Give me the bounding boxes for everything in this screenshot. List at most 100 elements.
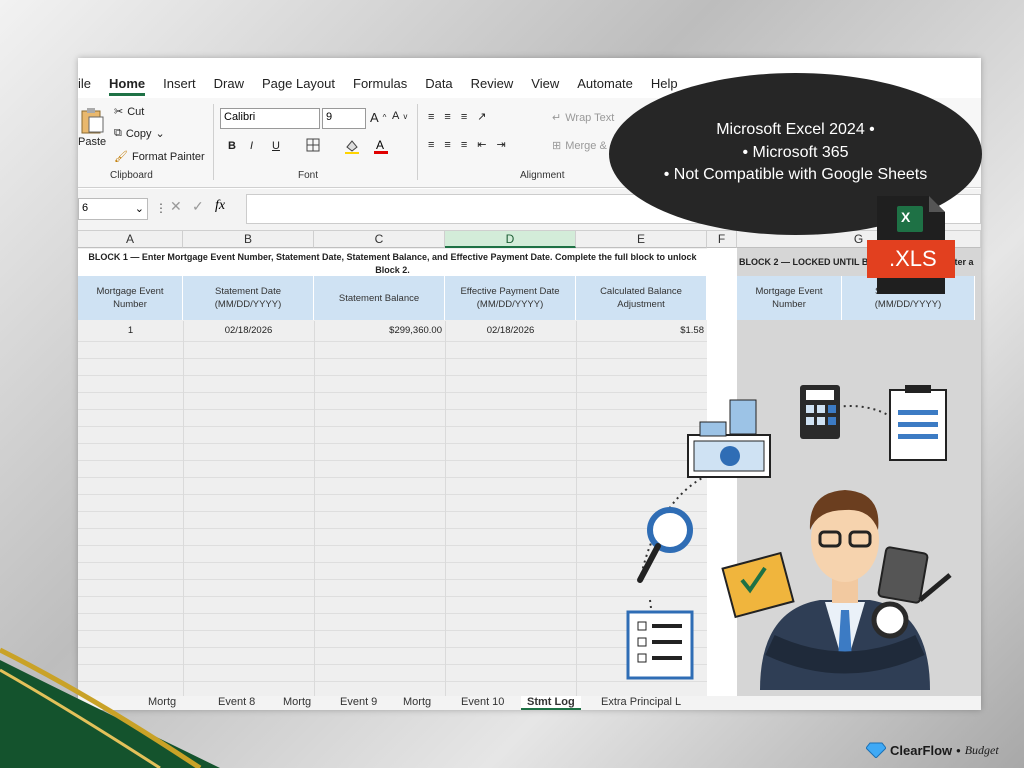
column-header-d[interactable]: D <box>445 231 576 248</box>
vertical-align-buttons[interactable]: ≡ ≡ ≡ ↗ <box>428 110 486 124</box>
paintbrush-icon: 🖌 <box>114 151 128 163</box>
clipboard-icon <box>81 108 104 134</box>
svg-text:A: A <box>376 138 384 152</box>
wrap-text-button[interactable]: ↵ Wrap Text <box>552 111 615 125</box>
header-effective-payment-date: Effective Payment Date (MM/DD/YYYY) <box>445 276 576 320</box>
align-middle-icon: ≡ <box>444 110 451 123</box>
more-icon: ⋮ <box>155 201 167 215</box>
brand-separator: • <box>956 742 961 758</box>
cancel-icon[interactable]: ✕ <box>170 198 182 215</box>
tax-form-icon <box>889 385 947 461</box>
tab-data[interactable]: Data <box>425 72 452 96</box>
font-group-label: Font <box>298 170 319 181</box>
cell-event-number[interactable]: 1 <box>78 321 183 341</box>
indent-decrease-icon: ⇤ <box>477 139 487 151</box>
chevron-down-icon: ⌄ <box>134 203 144 215</box>
format-painter-button[interactable]: 🖌 Format Painter <box>114 150 205 164</box>
cell-calculated-adjustment[interactable]: $1.58 <box>576 321 704 341</box>
name-box-value: 6 <box>82 202 89 214</box>
sheet-tab-mortgage-event-9[interactable]: Event 9 <box>340 696 377 708</box>
tab-review[interactable]: Review <box>471 72 514 96</box>
diamond-icon <box>866 742 886 758</box>
grid-row-line <box>78 630 707 631</box>
clipboard-group-label: Clipboard <box>110 170 153 181</box>
increase-font-button[interactable]: A ^ <box>370 110 386 125</box>
grid-column-line <box>576 321 577 696</box>
desk-calculator-icon <box>871 546 952 639</box>
grid-row-line <box>78 460 707 461</box>
confirm-icon[interactable]: ✓ <box>192 198 204 215</box>
tab-insert[interactable]: Insert <box>163 72 196 96</box>
folder-icon <box>721 551 795 619</box>
scissors-icon: ✂ <box>114 106 124 118</box>
callout-line-excel: Microsoft Excel 2024 • <box>716 121 875 138</box>
sheet-tab-mortgage-event-10[interactable]: Event 10 <box>461 696 504 708</box>
tab-formulas[interactable]: Formulas <box>353 72 407 96</box>
header-statement-balance: Statement Balance <box>314 276 445 320</box>
format-painter-label: Format Painter <box>131 150 205 163</box>
callout-line-365: • Microsoft 365 <box>742 143 849 161</box>
grid-row-line <box>78 596 707 597</box>
insert-function-icon[interactable]: fx <box>215 198 225 214</box>
cell-statement-date[interactable]: 02/18/2026 <box>183 321 314 341</box>
underline-button[interactable]: U <box>272 140 280 152</box>
column-header-e[interactable]: E <box>576 231 707 248</box>
paste-label: Paste <box>78 136 107 148</box>
sheet-tab-mortgage-event-9-start[interactable]: Mortg <box>283 696 311 708</box>
name-box[interactable]: 6 ⌄ <box>78 198 148 220</box>
cell-effective-payment-date[interactable]: 02/18/2026 <box>445 321 576 341</box>
brand-logo: ClearFlow • Budget <box>866 742 999 758</box>
font-name-value: Calibri <box>224 111 256 123</box>
cut-button[interactable]: ✂ Cut <box>114 105 144 119</box>
header-calculated-balance-adjustment: Calculated Balance Adjustment <box>576 276 707 320</box>
brand-suffix: Budget <box>964 742 999 757</box>
horizontal-align-buttons[interactable]: ≡ ≡ ≡ ⇤ ⇥ <box>428 138 506 152</box>
callout-line-google: • Not Compatible with Google Sheets <box>663 166 928 183</box>
font-color-button[interactable]: A <box>374 138 388 154</box>
align-left-icon: ≡ <box>428 138 435 151</box>
tab-automate[interactable]: Automate <box>577 72 633 96</box>
ribbon-tabs: ile Home Insert Draw Page Layout Formula… <box>78 72 696 96</box>
tab-page-layout[interactable]: Page Layout <box>262 72 335 96</box>
grid-row-line <box>78 341 707 342</box>
sheet-tab-mortgage-event-10-start[interactable]: Mortg <box>403 696 431 708</box>
copy-button[interactable]: ⧉ Copy ⌄ <box>114 127 165 140</box>
sheet-tab-stmt-log[interactable]: Stmt Log <box>521 696 581 710</box>
grid-row-line <box>78 392 707 393</box>
decrease-font-button[interactable]: Av <box>392 110 407 122</box>
column-header-a[interactable]: A <box>78 231 183 248</box>
alignment-group-label: Alignment <box>520 170 565 181</box>
column-header-b[interactable]: B <box>183 231 314 248</box>
tab-draw[interactable]: Draw <box>214 72 244 96</box>
cell-statement-balance[interactable]: $299,360.00 <box>314 321 442 341</box>
tab-view[interactable]: View <box>531 72 559 96</box>
merge-button[interactable]: ⊞ Merge & <box>552 139 607 153</box>
bold-button[interactable]: B <box>228 140 236 152</box>
grid-row-line <box>78 562 707 563</box>
align-top-icon: ≡ <box>428 110 435 123</box>
block2-header-mortgage-event-number: Mortgage Event Number <box>737 276 842 320</box>
checklist-icon <box>626 610 694 680</box>
align-bottom-icon: ≡ <box>460 110 468 123</box>
merge-icon: ⊞ <box>552 140 562 152</box>
merge-label: Merge & <box>565 139 607 152</box>
paint-bucket-icon <box>345 140 359 154</box>
column-header-c[interactable]: C <box>314 231 445 248</box>
grid-row-line <box>78 613 707 614</box>
grid-row-line <box>78 375 707 376</box>
fill-color-button[interactable] <box>344 138 360 154</box>
paste-button[interactable]: Paste <box>78 106 106 148</box>
font-name-select[interactable]: Calibri <box>220 108 320 129</box>
divider <box>213 104 214 180</box>
chevron-down-icon: ⌄ <box>155 128 165 140</box>
borders-button[interactable] <box>306 138 320 152</box>
italic-button[interactable]: I <box>250 140 253 152</box>
tab-file[interactable]: ile <box>78 72 91 96</box>
font-color-icon: A <box>374 138 388 154</box>
borders-icon <box>306 138 320 152</box>
font-size-select[interactable]: 9 <box>322 108 366 129</box>
tab-home[interactable]: Home <box>109 72 146 96</box>
column-header-f[interactable]: F <box>707 231 737 248</box>
sheet-tab-mortgage-event-8[interactable]: Event 8 <box>218 696 255 708</box>
wrap-text-label: Wrap Text <box>565 111 615 124</box>
